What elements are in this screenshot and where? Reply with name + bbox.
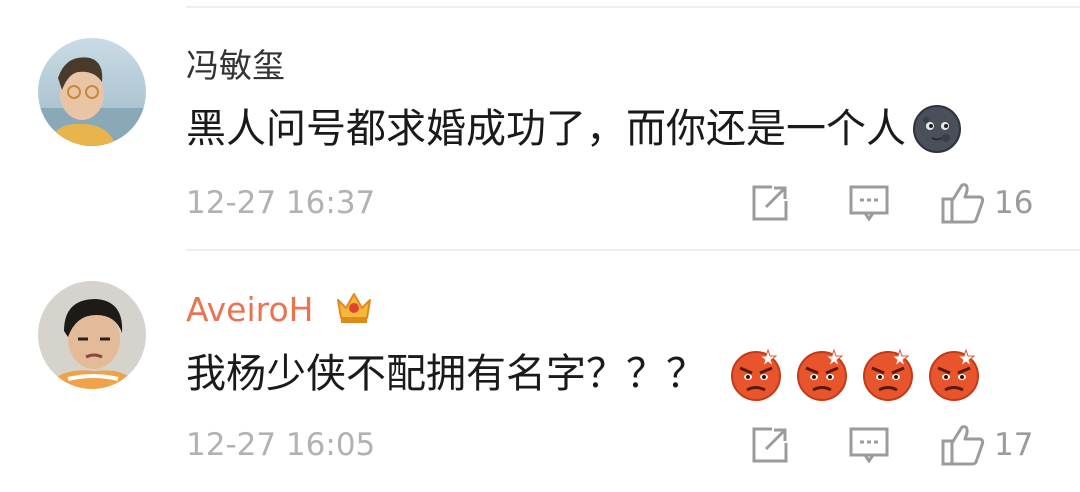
angry-face-icon	[728, 346, 784, 402]
angry-face-icon	[860, 346, 916, 402]
timestamp: 12-27 16:37	[186, 185, 376, 221]
avatar[interactable]	[38, 38, 146, 146]
thumbs-up-icon	[941, 183, 985, 224]
top-divider	[186, 6, 1080, 8]
new-moon-face-icon	[912, 104, 962, 154]
username[interactable]: 冯敏玺	[186, 46, 285, 86]
share-button[interactable]	[750, 425, 790, 465]
comment-text: 黑人问号都求婚成功了，而你还是一个人	[186, 106, 906, 152]
angry-face-icon	[794, 346, 850, 402]
like-count: 16	[994, 185, 1034, 221]
username-text: AveiroH	[186, 290, 314, 329]
angry-face-icon	[926, 346, 982, 402]
comment-divider	[186, 249, 1080, 251]
crown-badge-icon	[334, 288, 374, 335]
like-button[interactable]: 16	[940, 181, 1033, 225]
comment-text: 我杨少侠不配拥有名字？？？	[186, 351, 706, 397]
reply-button[interactable]	[849, 427, 889, 463]
reply-button[interactable]	[849, 185, 889, 221]
avatar[interactable]	[38, 281, 146, 389]
share-button[interactable]	[750, 183, 790, 223]
share-icon	[752, 427, 788, 463]
like-button[interactable]: 17	[940, 423, 1033, 467]
comment-icon	[849, 427, 889, 463]
like-count: 17	[994, 427, 1034, 463]
share-icon	[752, 185, 788, 221]
username[interactable]: AveiroH	[186, 288, 374, 335]
timestamp: 12-27 16:05	[186, 427, 376, 463]
comment-text-row: 黑人问号都求婚成功了，而你还是一个人	[186, 104, 962, 154]
thumbs-up-icon	[941, 425, 985, 466]
comment-icon	[849, 185, 889, 221]
comment-text-row: 我杨少侠不配拥有名字？？？	[186, 346, 982, 402]
